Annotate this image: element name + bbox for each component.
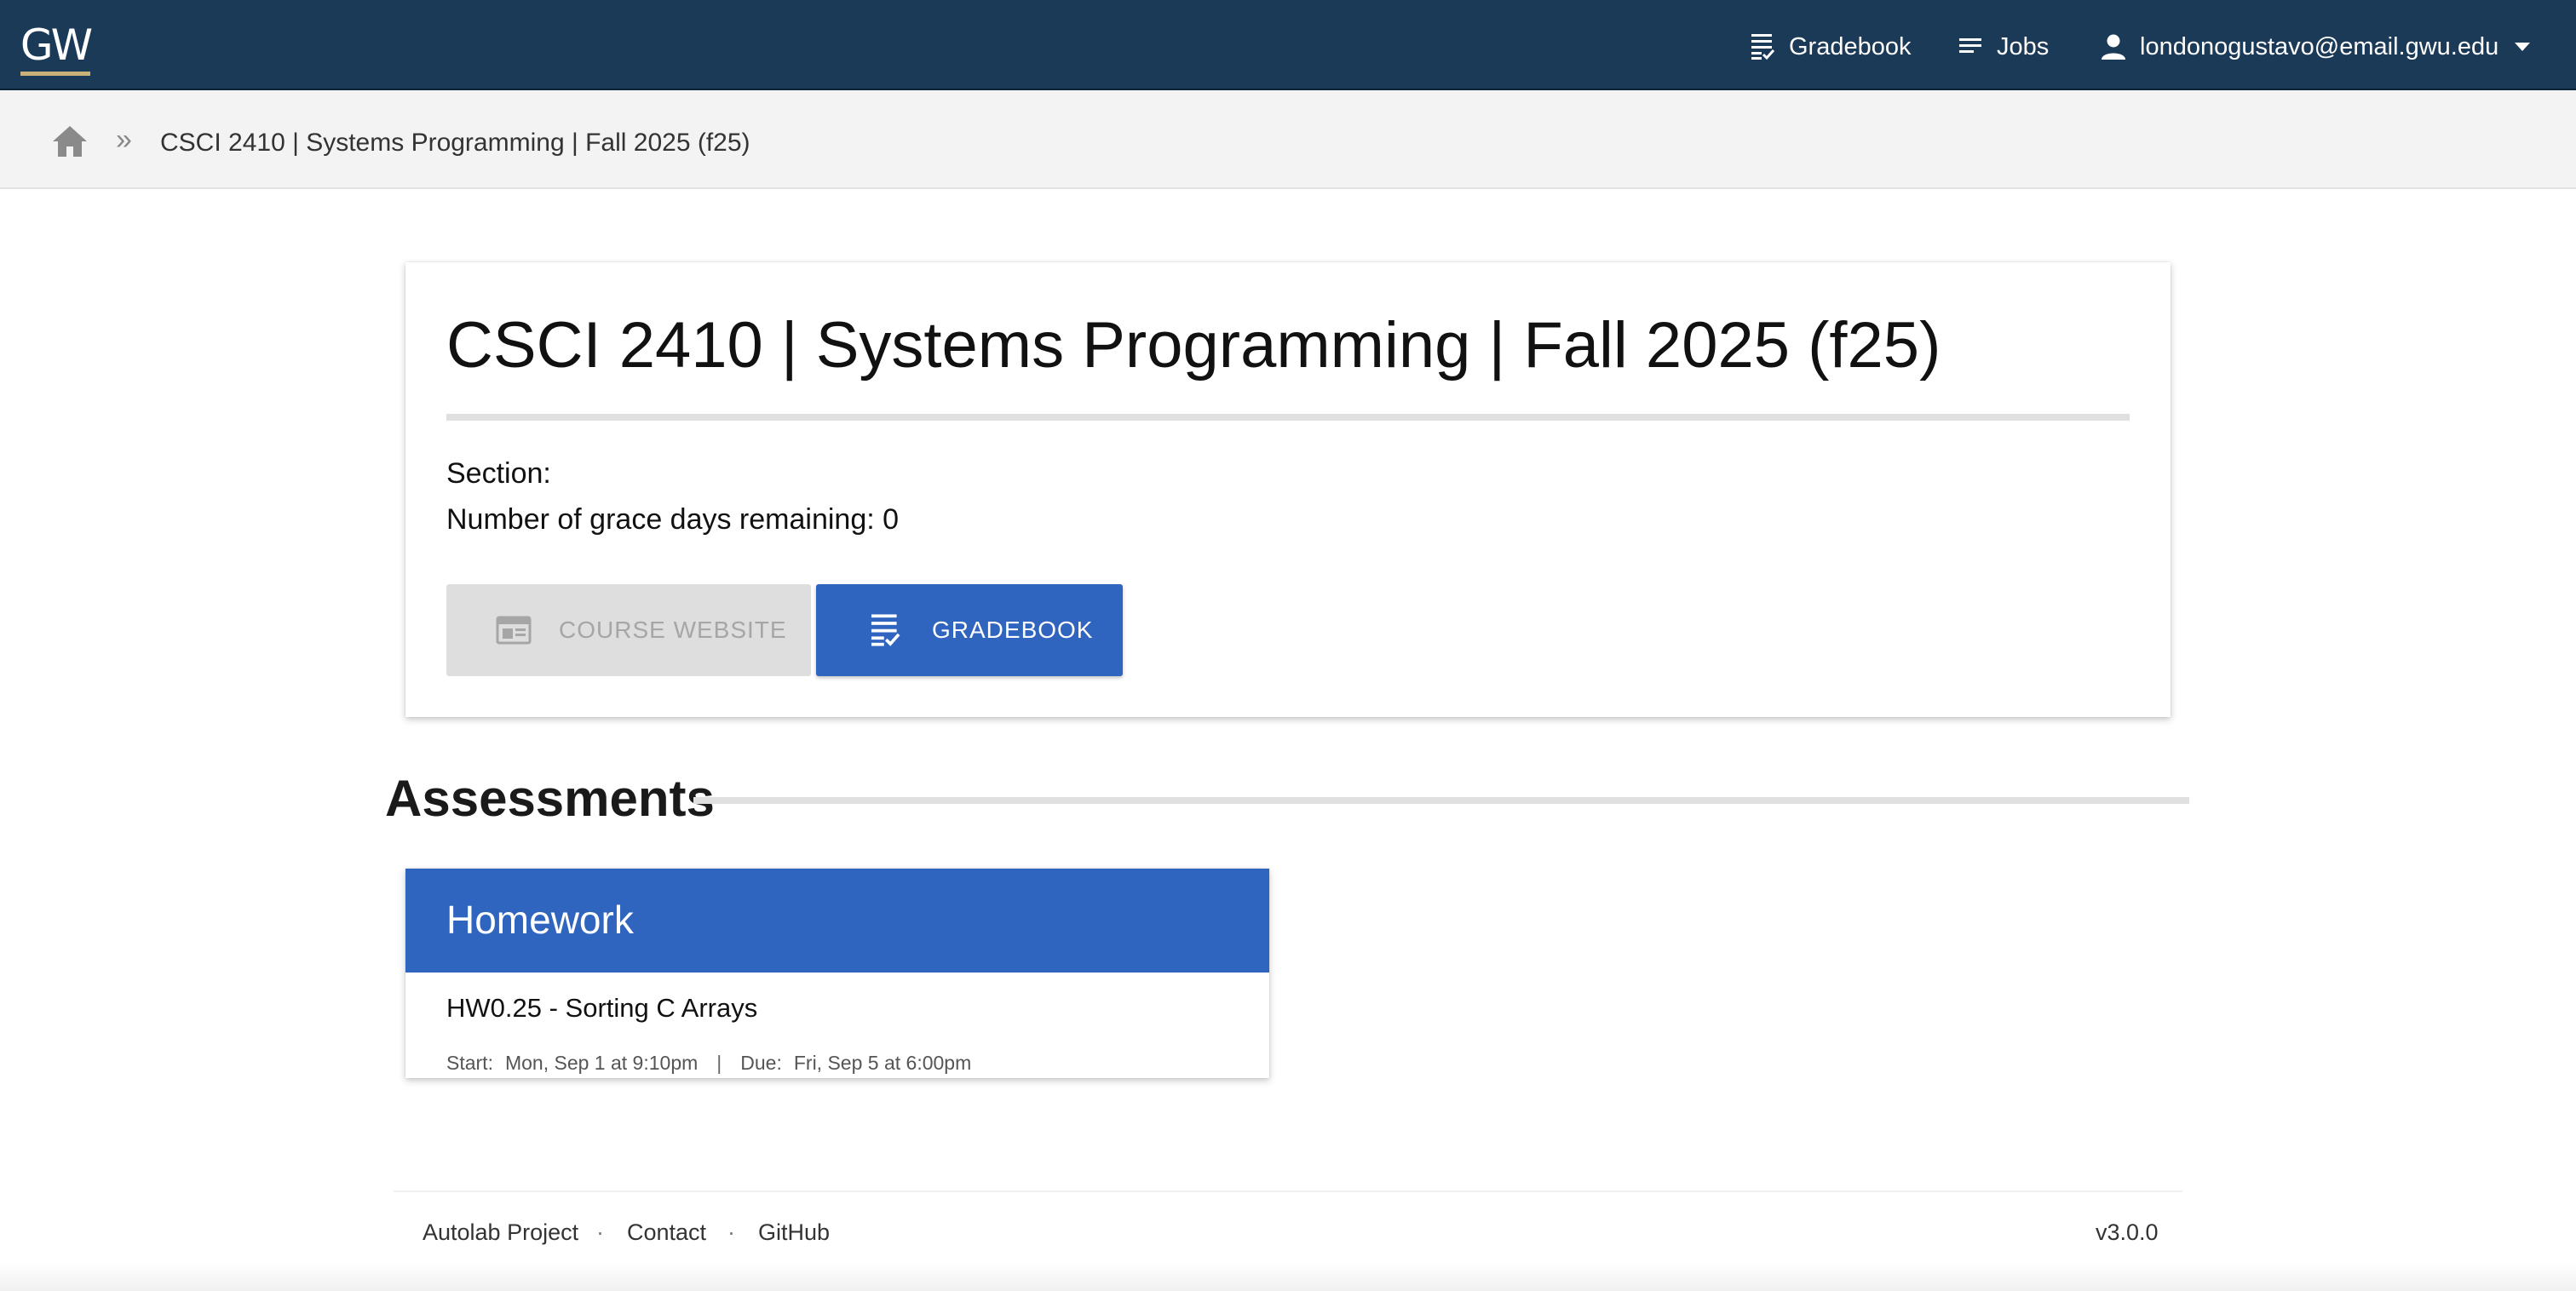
category-header: Homework [405, 869, 1269, 973]
gradebook-button[interactable]: GRADEBOOK [816, 584, 1123, 676]
course-website-label: COURSE WEBSITE [559, 617, 787, 643]
footer-dot-separator: · [727, 1219, 735, 1245]
due-date: Fri, Sep 5 at 6:00pm [793, 1052, 972, 1074]
nav-jobs-link[interactable]: Jobs [1958, 26, 2049, 68]
section-label: Section: [446, 457, 551, 490]
start-label: Start: [446, 1052, 493, 1074]
footer: Autolab Project · Contact · GitHub v3.0.… [0, 1192, 2576, 1291]
breadcrumb: » CSCI 2410 | Systems Programming | Fall… [0, 90, 2576, 189]
breadcrumb-current-course: CSCI 2410 | Systems Programming | Fall 2… [160, 129, 750, 157]
nav-gradebook-link[interactable]: Gradebook [1750, 26, 1912, 68]
nav-user-menu[interactable]: londonogustavo@email.gwu.edu [2101, 26, 2498, 68]
gradebook-icon [1751, 34, 1775, 60]
assessment-dates: Start: Mon, Sep 1 at 9:10pm | Due: Fri, Sep … [446, 1051, 971, 1075]
gw-logo[interactable]: GW [17, 22, 94, 77]
top-navbar: GW Gradebook Jobs londonogustavo@email.g… [0, 0, 2576, 90]
user-email: londonogustavo@email.gwu.edu [2140, 32, 2499, 60]
person-icon [2102, 34, 2125, 60]
gradebook-icon [871, 614, 900, 646]
assessment-item[interactable]: HW0.25 - Sorting C Arrays Start: Mon, Sep… [405, 973, 1269, 1078]
date-separator: | [716, 1052, 722, 1074]
course-title: CSCI 2410 | Systems Programming | Fall 2… [446, 309, 1941, 382]
assessments-heading: Assessments [385, 770, 715, 827]
version-label: v3.0.0 [2096, 1219, 2159, 1245]
caret-down-icon [2515, 43, 2530, 51]
course-website-button: COURSE WEBSITE [446, 584, 811, 676]
nav-jobs-label: Jobs [1997, 32, 2050, 60]
course-info-card: CSCI 2410 | Systems Programming | Fall 2… [405, 262, 2171, 717]
course-title-divider [446, 414, 2130, 421]
assessment-category-card: Homework HW0.25 - Sorting C Arrays Start… [405, 869, 1269, 1078]
due-label: Due: [740, 1052, 782, 1074]
web-window-icon [496, 616, 532, 645]
breadcrumb-separator: » [116, 123, 132, 156]
grace-days-remaining: Number of grace days remaining: 0 [446, 503, 900, 536]
user-menu-toggle[interactable] [2508, 34, 2537, 60]
footer-github-link[interactable]: GitHub [758, 1218, 830, 1247]
footer-autolab-link[interactable]: Autolab Project [423, 1218, 578, 1247]
footer-contact-link[interactable]: Contact [627, 1218, 706, 1247]
jobs-icon [1959, 38, 1981, 53]
category-title: Homework [446, 898, 634, 942]
breadcrumb-home-link[interactable] [51, 124, 89, 158]
start-date: Mon, Sep 1 at 9:10pm [504, 1052, 699, 1074]
gradebook-button-label: GRADEBOOK [932, 617, 1094, 643]
gw-logo-underline [20, 72, 90, 76]
assessment-name-link[interactable]: HW0.25 - Sorting C Arrays [446, 991, 757, 1025]
nav-gradebook-label: Gradebook [1789, 32, 1912, 60]
home-icon [53, 126, 87, 157]
footer-dot-separator: · [596, 1219, 604, 1245]
assessments-divider [693, 797, 2189, 804]
gw-logo-text: GW [20, 20, 93, 70]
